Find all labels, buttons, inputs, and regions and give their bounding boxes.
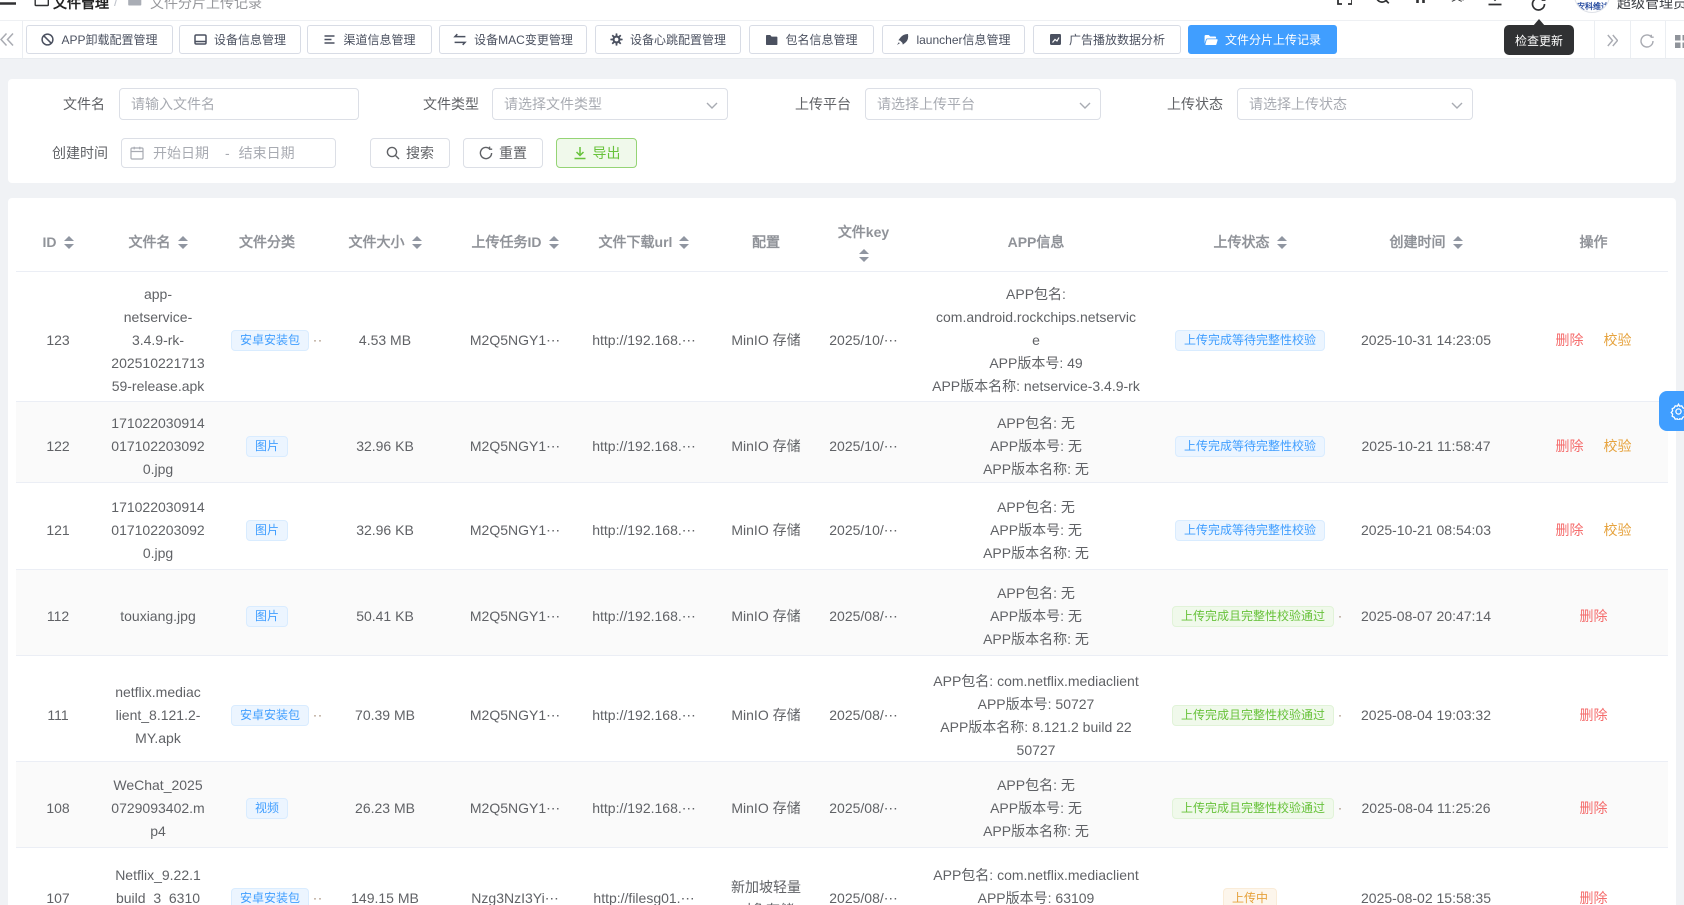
- svg-text:文A: 文A: [1451, 0, 1467, 4]
